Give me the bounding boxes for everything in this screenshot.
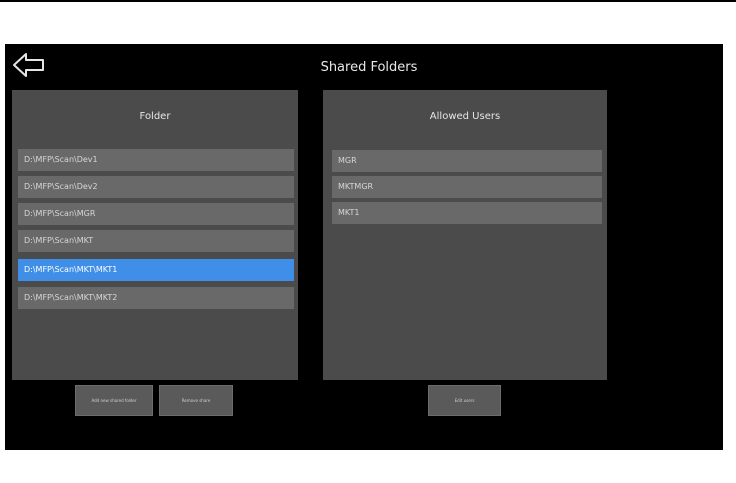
shared-folders-screen: Shared Folders Folder D:\MFP\Scan\Dev1 D…: [5, 44, 723, 450]
folder-list-item[interactable]: D:\MFP\Scan\Dev1: [18, 149, 294, 171]
folder-list-item-selected[interactable]: D:\MFP\Scan\MKT\MKT1: [18, 259, 294, 281]
allowed-users-panel: Allowed Users MGR MKTMGR MKT1: [323, 90, 607, 380]
remove-share-button[interactable]: Remove share: [159, 385, 233, 416]
edit-users-button[interactable]: Edit users: [428, 385, 501, 416]
folder-column-header: Folder: [139, 111, 171, 122]
folder-list-item[interactable]: D:\MFP\Scan\MGR: [18, 203, 294, 225]
user-list-item[interactable]: MKT1: [332, 202, 602, 224]
folder-list-item[interactable]: D:\MFP\Scan\MKT: [18, 230, 294, 252]
add-shared-folder-button[interactable]: Add new shared folder: [75, 385, 153, 416]
user-list-item[interactable]: MGR: [332, 150, 602, 172]
folder-list-item[interactable]: D:\MFP\Scan\MKT\MKT2: [18, 287, 294, 309]
page-title: Shared Folders: [320, 60, 418, 75]
folder-list-panel: Folder D:\MFP\Scan\Dev1 D:\MFP\Scan\Dev2…: [12, 90, 298, 380]
user-list-item[interactable]: MKTMGR: [332, 176, 602, 198]
folder-list-item[interactable]: D:\MFP\Scan\Dev2: [18, 176, 294, 198]
allowed-users-column-header: Allowed Users: [429, 111, 501, 122]
top-divider: [0, 0, 736, 2]
